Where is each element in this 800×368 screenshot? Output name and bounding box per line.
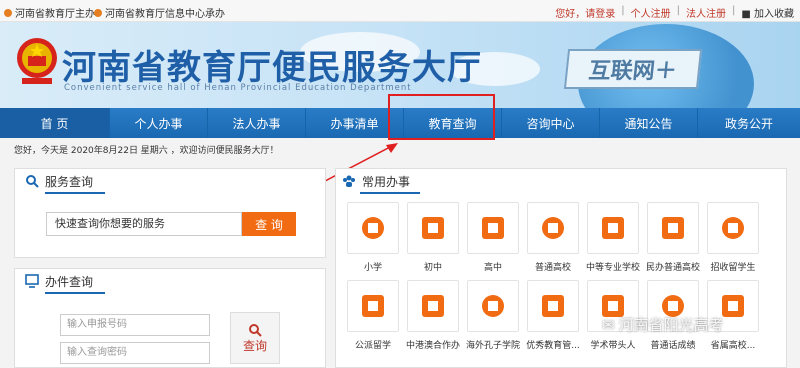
airplane-icon [362, 295, 384, 317]
service-search-input[interactable]: 快速查询你想要的服务 [46, 212, 242, 236]
manager-icon [542, 295, 564, 317]
search-icon [26, 175, 39, 188]
title-underline [45, 192, 105, 194]
case-query-button[interactable]: 查询 [230, 312, 280, 364]
case-query-header: 办件查询 [15, 269, 325, 294]
watermark-text: 河南省阳光高考 [618, 316, 724, 334]
monitor-icon [25, 274, 39, 288]
service-query-header: 服务查询 [15, 169, 325, 194]
title-underline [45, 292, 105, 294]
people-icon [662, 217, 684, 239]
common-affairs-item[interactable] [347, 202, 399, 254]
handshake-icon [422, 295, 444, 317]
common-affairs-label: 招收留学生 [710, 263, 756, 273]
common-affairs-item[interactable] [467, 280, 519, 332]
watermark: ✉ 河南省阳光高考 [602, 314, 724, 335]
globe-hand-icon [722, 217, 744, 239]
university-icon [542, 217, 564, 239]
welcome-text: 您好，今天是 2020年8月22日 星期六 ，欢迎访问便民服务大厅！ [14, 146, 279, 156]
users-icon [343, 175, 355, 187]
common-affairs-item[interactable] [587, 202, 639, 254]
application-number-input[interactable]: 输入申报号码 [60, 314, 210, 336]
badge-icon [602, 217, 624, 239]
common-affairs-label: 省属高校... [710, 341, 756, 351]
common-affairs-item[interactable] [527, 202, 579, 254]
common-affairs-header: 常用办事 [336, 169, 786, 194]
case-query-title: 办件查询 [45, 274, 94, 289]
school-icon [482, 217, 504, 239]
service-search-button[interactable]: 查 询 [242, 212, 296, 236]
common-affairs-item[interactable] [647, 202, 699, 254]
common-affairs-item[interactable] [527, 280, 579, 332]
case-query-button-label: 查询 [242, 338, 267, 353]
service-query-title: 服务查询 [45, 174, 94, 189]
search-icon [249, 323, 262, 337]
common-affairs-item[interactable] [707, 202, 759, 254]
common-affairs-item[interactable] [407, 202, 459, 254]
wechat-icon: ✉ [602, 315, 615, 334]
common-affairs-title: 常用办事 [362, 174, 411, 189]
title-underline [360, 192, 420, 194]
common-affairs-item[interactable] [407, 280, 459, 332]
query-password-input[interactable]: 输入查询密码 [60, 342, 210, 364]
common-affairs-item[interactable] [467, 202, 519, 254]
ear-icon [482, 295, 504, 317]
building-icon [422, 217, 444, 239]
common-affairs-item[interactable] [347, 280, 399, 332]
runner-icon [362, 217, 384, 239]
